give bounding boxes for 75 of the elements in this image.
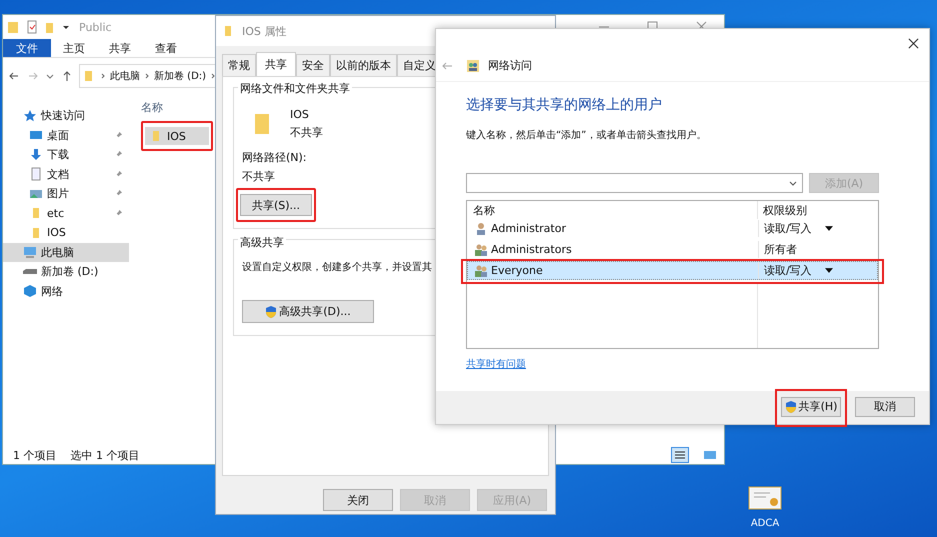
user-row[interactable]: Administrator 读取/写入 bbox=[467, 219, 878, 238]
permission-level: 所有者 bbox=[764, 242, 797, 257]
shield-icon bbox=[265, 304, 278, 318]
dialog-title: 网络访问 bbox=[488, 58, 532, 73]
user-name: Administrators bbox=[491, 243, 572, 256]
folder-icon bbox=[252, 112, 272, 136]
ribbon-tab[interactable]: 查看 bbox=[143, 39, 189, 57]
dialog-button[interactable]: 共享(H) bbox=[781, 396, 841, 416]
drive-icon bbox=[23, 269, 37, 274]
path-label: 网络路径(N): bbox=[242, 150, 307, 165]
dialog-button[interactable]: 取消 bbox=[855, 396, 915, 416]
tab[interactable]: 共享 bbox=[256, 52, 296, 76]
chevron-right-icon[interactable] bbox=[145, 73, 149, 79]
nav-item[interactable]: 图片 bbox=[3, 184, 129, 204]
nav-item[interactable]: etc bbox=[3, 204, 129, 223]
user-icon bbox=[474, 222, 488, 236]
description-text: 设置自定义权限，创建多个共享，并设置其 bbox=[242, 260, 432, 274]
chevron-right-icon[interactable] bbox=[211, 73, 216, 79]
ribbon-tab[interactable]: 共享 bbox=[97, 39, 143, 57]
file-item[interactable]: IOS bbox=[145, 127, 209, 145]
window-title: IOS 属性 bbox=[242, 24, 286, 38]
breadcrumb-item[interactable]: 新加卷 (D:) bbox=[154, 69, 206, 83]
dropdown-arrow-icon[interactable] bbox=[824, 226, 833, 231]
advanced-sharing-button[interactable]: 高级共享(D)... bbox=[242, 300, 374, 323]
window-title: Public bbox=[79, 20, 112, 34]
download-arrow-icon bbox=[29, 148, 43, 162]
nav-item[interactable]: IOS bbox=[3, 223, 129, 242]
column-header[interactable]: 权限级别 bbox=[757, 201, 878, 219]
users-icon bbox=[466, 58, 480, 72]
share-status: 不共享 bbox=[290, 125, 323, 140]
tab[interactable]: 以前的版本 bbox=[330, 54, 397, 76]
nav-item[interactable]: 新加卷 (D:) bbox=[3, 262, 129, 282]
dialog-button[interactable]: 关闭 bbox=[323, 489, 393, 511]
status-text: 1 个项目 bbox=[13, 448, 56, 462]
tab[interactable]: 常规 bbox=[222, 54, 256, 76]
share-button[interactable]: 共享(S)... bbox=[240, 194, 312, 216]
tiles-view-icon[interactable] bbox=[702, 448, 718, 462]
chevron-right-icon[interactable] bbox=[101, 73, 105, 79]
breadcrumb-item[interactable]: 此电脑 bbox=[110, 69, 140, 83]
star-icon bbox=[23, 108, 37, 123]
ribbon-tab[interactable]: 主页 bbox=[51, 39, 97, 57]
status-text: 选中 1 个项目 bbox=[70, 448, 140, 462]
user-name: Everyone bbox=[491, 264, 543, 277]
close-icon[interactable] bbox=[908, 38, 919, 49]
dropdown-arrow-icon[interactable] bbox=[824, 268, 833, 273]
nav-item[interactable]: 网络 bbox=[3, 282, 129, 301]
group-title: 网络文件和文件夹共享 bbox=[238, 81, 352, 96]
folder-name: IOS bbox=[290, 108, 310, 121]
group-title: 高级共享 bbox=[238, 235, 286, 250]
instruction-text: 键入名称，然后单击“添加”，或者单击箭头查找用户。 bbox=[466, 128, 708, 142]
document-icon bbox=[29, 167, 43, 182]
permission-level: 读取/写入 bbox=[764, 221, 812, 236]
path-value: 不共享 bbox=[242, 169, 275, 184]
nav-item[interactable]: 快速访问 bbox=[3, 106, 129, 126]
dialog-heading: 选择要与其共享的网络上的用户 bbox=[466, 96, 663, 114]
nav-item[interactable]: 文档 bbox=[3, 164, 129, 184]
nav-item[interactable]: 此电脑 bbox=[3, 242, 129, 262]
computer-icon bbox=[23, 245, 37, 260]
details-view-icon[interactable] bbox=[672, 448, 688, 462]
user-row[interactable]: Everyone 读取/写入 bbox=[467, 261, 878, 280]
permission-level: 读取/写入 bbox=[764, 263, 812, 278]
user-group-icon bbox=[474, 242, 488, 256]
user-row[interactable]: Administrators 所有者 bbox=[467, 240, 878, 259]
user-group-icon bbox=[474, 264, 488, 278]
user-name: Administrator bbox=[491, 222, 566, 235]
nav-item[interactable]: 桌面 bbox=[3, 126, 129, 145]
help-link[interactable]: 共享时有问题 bbox=[466, 357, 526, 371]
tab[interactable]: 安全 bbox=[296, 54, 330, 76]
ribbon-tab[interactable]: 文件 bbox=[3, 39, 51, 57]
column-header[interactable]: 名称 bbox=[467, 202, 757, 218]
column-header[interactable]: 名称 bbox=[141, 100, 163, 115]
desktop-icon-label[interactable]: ADCA bbox=[750, 518, 780, 529]
properties-icon[interactable] bbox=[25, 20, 39, 34]
nav-item[interactable]: 下载 bbox=[3, 145, 129, 164]
network-icon bbox=[23, 284, 37, 298]
